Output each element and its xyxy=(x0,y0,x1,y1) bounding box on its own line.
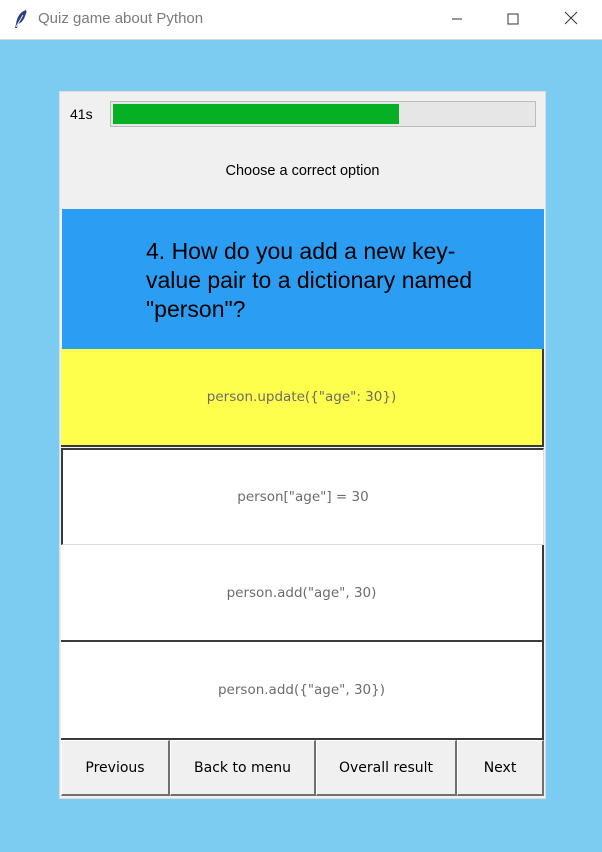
close-button[interactable] xyxy=(548,0,594,39)
minimize-button[interactable] xyxy=(434,0,480,39)
window-title: Quiz game about Python xyxy=(38,10,204,27)
back-to-menu-button[interactable]: Back to menu xyxy=(170,740,316,796)
feather-icon xyxy=(12,9,30,29)
progress-fill xyxy=(113,104,399,124)
question-box: 4. How do you add a new key-value pair t… xyxy=(62,209,544,349)
maximize-icon xyxy=(507,10,519,29)
title-bar: Quiz game about Python xyxy=(0,0,602,40)
instruction-text: Choose a correct option xyxy=(225,163,380,179)
previous-button[interactable]: Previous xyxy=(61,740,170,796)
next-button[interactable]: Next xyxy=(457,740,544,796)
question-text: 4. How do you add a new key-value pair t… xyxy=(146,238,473,322)
option-3-button[interactable]: person.add("age", 30) xyxy=(61,545,544,642)
option-4-button[interactable]: person.add({"age", 30}) xyxy=(61,642,544,740)
time-progress-bar xyxy=(110,101,536,127)
maximize-button[interactable] xyxy=(490,0,536,39)
option-1-button[interactable]: person.update({"age": 30}) xyxy=(61,349,544,447)
navigation-bar: Previous Back to menu Overall result Nex… xyxy=(61,740,544,796)
overall-result-button[interactable]: Overall result xyxy=(316,740,457,796)
option-2-button[interactable]: person["age"] = 30 xyxy=(61,448,544,545)
timer-label: 41s xyxy=(70,106,93,122)
minimize-icon xyxy=(451,10,463,29)
quiz-panel: 41s Choose a correct option 4. How do yo… xyxy=(59,91,546,799)
close-icon xyxy=(564,10,578,29)
app-window: Quiz game about Python 41s Choose a corr… xyxy=(0,0,602,852)
